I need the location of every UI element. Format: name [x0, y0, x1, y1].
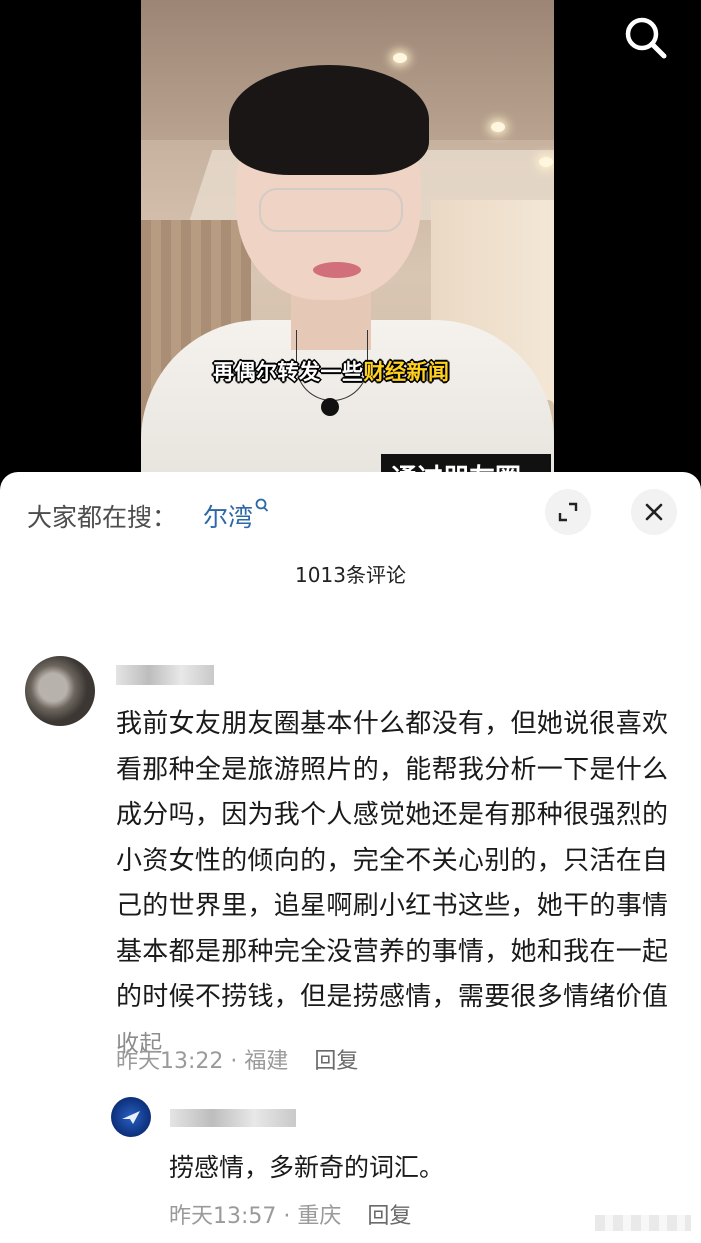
- subtitle-highlight: 财经新闻: [363, 360, 450, 384]
- expand-button[interactable]: [545, 489, 591, 535]
- comment-count: 1013条评论: [295, 563, 406, 587]
- meta-separator: ·: [230, 1049, 238, 1074]
- search-icon: [625, 17, 667, 59]
- magnifier-small-icon: [255, 498, 269, 518]
- reply-username-blurred[interactable]: [170, 1109, 296, 1127]
- reply-avatar[interactable]: [111, 1097, 151, 1137]
- video-frame: 再偶尔转发一些财经新闻 通过朋友圈: [141, 0, 554, 500]
- person-hair: [229, 65, 429, 175]
- comment-location: 福建: [244, 1049, 289, 1074]
- avatar[interactable]: [25, 656, 95, 726]
- ceiling-light: [491, 122, 505, 132]
- hot-search-label: 大家都在搜：: [27, 503, 178, 532]
- comment-time: 昨天13:22: [116, 1049, 224, 1074]
- person-lips: [313, 262, 361, 278]
- reply-body[interactable]: 捞感情，多新奇的词汇。: [169, 1148, 444, 1184]
- username-blurred[interactable]: [116, 665, 214, 685]
- hot-search-term: 尔湾: [203, 503, 254, 532]
- comment-body[interactable]: 我前女友朋友圈基本什么都没有，但她说很喜欢看那种全是旅游照片的，能帮我分析一下是…: [116, 702, 681, 1067]
- reply-reply-button[interactable]: 回复: [367, 1204, 411, 1229]
- hot-search-link[interactable]: 尔湾: [203, 498, 269, 534]
- video-player[interactable]: 再偶尔转发一些财经新闻 通过朋友圈: [0, 0, 701, 500]
- comment-text: 我前女友朋友圈基本什么都没有，但她说很喜欢看那种全是旅游照片的，能帮我分析一下是…: [116, 709, 669, 1012]
- ceiling-light: [539, 157, 553, 167]
- necklace-pendant: [321, 398, 339, 416]
- expand-icon: [558, 502, 578, 522]
- meta-separator: ·: [283, 1204, 291, 1229]
- comment-sheet: 大家都在搜： 尔湾 1013条评论 我前女友朋友圈基本什么都没有，但她说很喜欢看…: [0, 472, 701, 1243]
- reply-time: 昨天13:57: [169, 1204, 277, 1229]
- close-icon: [645, 503, 663, 521]
- close-button[interactable]: [631, 489, 677, 535]
- search-button[interactable]: [620, 12, 672, 64]
- watermark: [595, 1215, 691, 1231]
- subtitle-text: 再偶尔转发一些: [213, 360, 364, 384]
- person-glasses: [259, 188, 403, 232]
- reply-button[interactable]: 回复: [314, 1049, 358, 1074]
- comment-meta: 昨天13:22 · 福建 回复: [116, 1043, 358, 1075]
- reply-location: 重庆: [297, 1204, 342, 1229]
- ceiling-light: [393, 53, 407, 63]
- reply-meta: 昨天13:57 · 重庆 回复: [169, 1198, 411, 1230]
- paper-plane-icon: [122, 1111, 140, 1124]
- video-subtitle: 再偶尔转发一些财经新闻: [213, 356, 450, 386]
